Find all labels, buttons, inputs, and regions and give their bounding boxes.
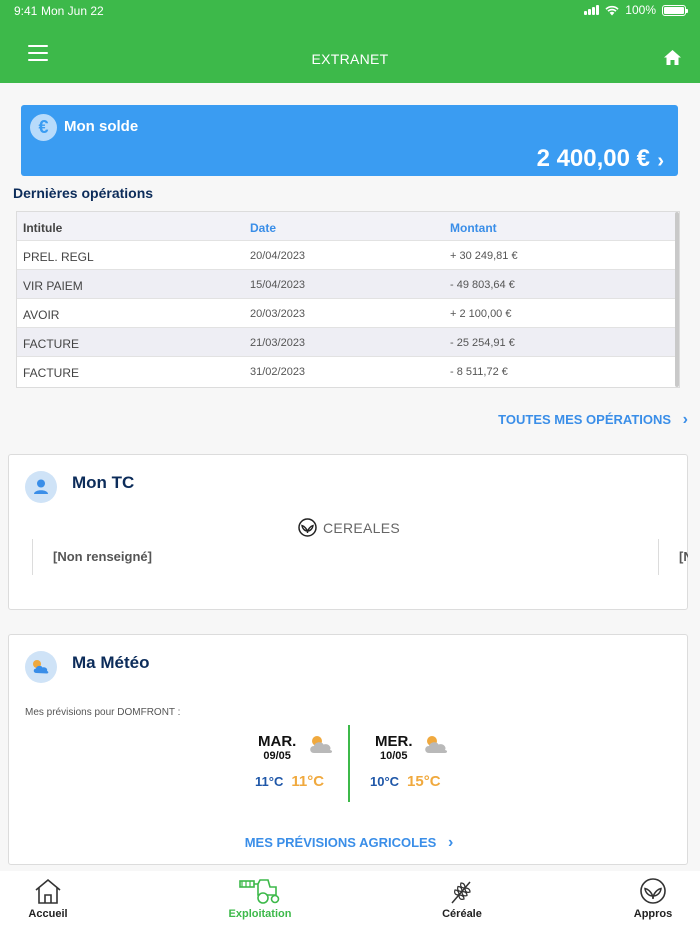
forecast-min-temp: 11°C xyxy=(255,774,284,789)
row-label: FACTURE xyxy=(23,337,80,351)
operations-table: Intitule Date Montant PREL. REGL 20/04/2… xyxy=(16,211,680,388)
row-amount: - 8 511,72 € xyxy=(450,366,508,378)
app-header: EXTRANET xyxy=(0,22,700,83)
tc-category: CEREALES xyxy=(9,518,689,537)
tc-value: [Non renseigné] xyxy=(53,549,152,564)
row-label: PREL. REGL xyxy=(23,250,94,264)
chevron-right-icon: › xyxy=(682,411,688,428)
balance-card[interactable]: € Mon solde 2 400,00 € › xyxy=(21,105,678,176)
forecast-max-temp: 11°C xyxy=(291,773,325,790)
tab-label: Céréale xyxy=(442,908,482,920)
divider xyxy=(32,539,33,575)
page-title: EXTRANET xyxy=(311,51,389,67)
tab-exploitation[interactable]: Exploitation xyxy=(222,877,298,920)
weather-subtitle: Mes prévisions pour DOMFRONT : xyxy=(25,707,181,718)
forecast-max-temp: 15°C xyxy=(407,773,441,790)
row-label: AVOIR xyxy=(23,308,60,322)
home-icon[interactable] xyxy=(663,49,682,66)
user-icon xyxy=(25,471,57,503)
chevron-right-icon: › xyxy=(657,150,664,172)
column-header-label: Intitule xyxy=(23,221,63,235)
table-header: Intitule Date Montant xyxy=(17,212,677,241)
tab-appros[interactable]: Appros xyxy=(627,877,679,920)
tc-category-label: CEREALES xyxy=(322,520,401,536)
all-operations-link[interactable]: TOUTES MES OPÉRATIONS › xyxy=(498,411,688,429)
table-row[interactable]: VIR PAIEM 15/04/2023 - 49 803,64 € xyxy=(17,270,677,299)
balance-amount: 2 400,00 € xyxy=(536,145,650,172)
row-date: 20/03/2023 xyxy=(250,308,306,320)
balance-label: Mon solde xyxy=(64,118,139,135)
tab-cereale[interactable]: Céréale xyxy=(436,877,488,920)
tab-label: Appros xyxy=(633,908,673,920)
battery-icon xyxy=(662,4,688,16)
forecast-temps: 11°C 11°C xyxy=(255,773,324,791)
status-bar: 9:41 Mon Jun 22 100% xyxy=(0,0,700,22)
row-amount: + 30 249,81 € xyxy=(450,250,518,262)
partly-cloudy-icon xyxy=(310,736,333,753)
harvester-icon xyxy=(239,879,280,904)
row-date: 31/02/2023 xyxy=(250,366,306,378)
leaf-circle-icon xyxy=(640,878,666,904)
weather-card: Ma Météo Mes prévisions pour DOMFRONT : … xyxy=(8,634,688,865)
all-operations-label: TOUTES MES OPÉRATIONS xyxy=(498,412,672,427)
tab-label: Exploitation xyxy=(228,908,292,920)
bottom-tab-bar: Accueil Exploitation Céréale Appros xyxy=(0,871,700,934)
table-row[interactable]: FACTURE 21/03/2023 - 25 254,91 € xyxy=(17,328,677,357)
table-row[interactable]: FACTURE 31/02/2023 - 8 511,72 € xyxy=(17,357,677,386)
leaf-circle-icon xyxy=(298,518,317,537)
wifi-icon xyxy=(605,5,619,15)
divider xyxy=(658,539,659,575)
house-icon xyxy=(35,878,61,904)
status-time: 9:41 xyxy=(14,4,38,18)
forecast-day-name: MAR. xyxy=(258,733,297,750)
forecast-min-temp: 10°C xyxy=(370,774,400,789)
row-amount: - 49 803,64 € xyxy=(450,279,515,291)
row-date: 20/04/2023 xyxy=(250,250,306,262)
tc-next-value: [N xyxy=(679,549,688,564)
forecast-day-date: 10/05 xyxy=(379,750,408,762)
tab-label: Accueil xyxy=(28,908,68,920)
operations-title: Dernières opérations xyxy=(13,185,154,201)
agricultural-forecast-link[interactable]: MES PRÉVISIONS AGRICOLES › xyxy=(9,834,689,852)
table-row[interactable]: AVOIR 20/03/2023 + 2 100,00 € xyxy=(17,299,677,328)
forecast-link-label: MES PRÉVISIONS AGRICOLES xyxy=(244,835,437,850)
column-header-amount: Montant xyxy=(450,221,497,235)
tc-title: Mon TC xyxy=(72,473,135,492)
wheat-icon xyxy=(451,881,471,904)
row-label: FACTURE xyxy=(23,366,80,380)
partly-cloudy-icon xyxy=(425,736,448,753)
status-indicators: 100% xyxy=(584,3,688,17)
forecast-day-name: MER. xyxy=(375,733,413,750)
forecast-day: MAR. 09/05 xyxy=(258,733,296,762)
forecast-day: MER. 10/05 xyxy=(375,733,413,762)
weather-avatar-icon xyxy=(25,651,57,683)
table-row[interactable]: PREL. REGL 20/04/2023 + 30 249,81 € xyxy=(17,241,677,270)
signal-icon xyxy=(584,5,600,15)
chevron-right-icon: › xyxy=(447,834,454,851)
column-header-date: Date xyxy=(250,221,277,235)
table-scrollbar[interactable] xyxy=(675,212,679,387)
forecast-temps: 10°C 15°C xyxy=(370,773,441,791)
row-amount: + 2 100,00 € xyxy=(450,308,512,320)
row-date: 15/04/2023 xyxy=(250,279,306,291)
weather-title: Ma Météo xyxy=(72,653,150,672)
forecast-day-date: 09/05 xyxy=(263,750,291,762)
row-date: 21/03/2023 xyxy=(250,337,306,349)
row-amount: - 25 254,91 € xyxy=(450,337,515,349)
row-label: VIR PAIEM xyxy=(23,279,83,293)
tab-accueil[interactable]: Accueil xyxy=(22,877,74,920)
forecast-divider xyxy=(348,725,350,802)
euro-icon: € xyxy=(30,114,57,141)
tc-card: Mon TC CEREALES [Non renseigné] [N xyxy=(8,454,688,610)
battery-percent: 100% xyxy=(625,3,656,17)
status-date: Mon Jun 22 xyxy=(41,4,104,18)
